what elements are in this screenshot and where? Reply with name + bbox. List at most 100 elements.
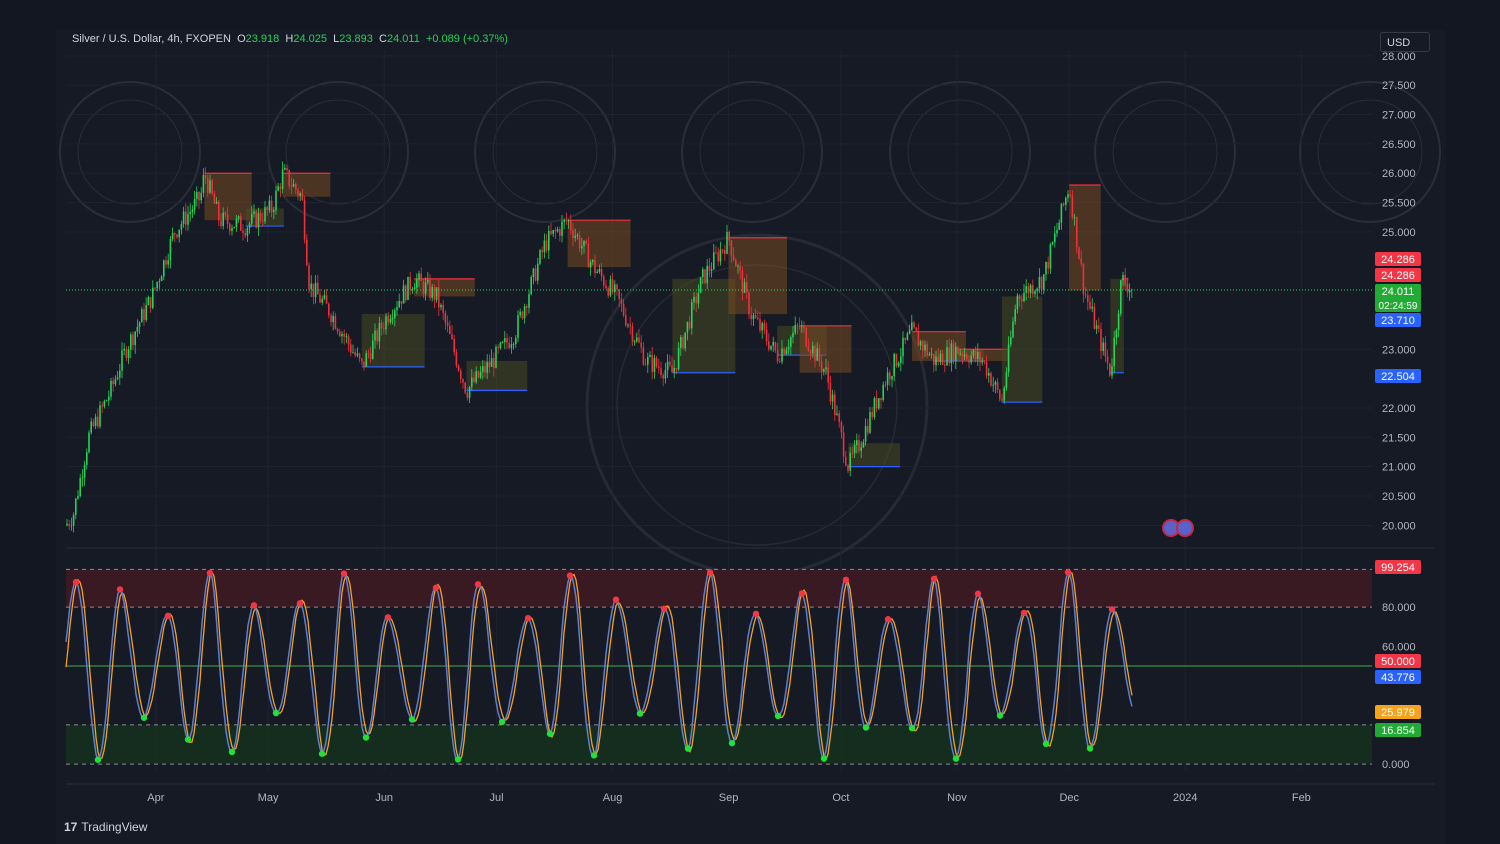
candle-body: [1010, 337, 1012, 345]
candle-body: [957, 346, 959, 354]
symbol-name: Silver / U.S. Dollar, 4h, FXOPEN: [72, 33, 231, 45]
candle-body: [163, 260, 165, 277]
osc-badge: 43.776: [1381, 672, 1415, 684]
candle-body: [708, 265, 711, 271]
candle-body: [152, 287, 154, 309]
candle-body: [1023, 292, 1025, 301]
candle-body: [1049, 244, 1052, 269]
candle-body: [385, 316, 387, 330]
candle-body: [785, 349, 788, 355]
candle-body: [552, 230, 554, 234]
candle-body: [585, 240, 587, 244]
candle-body: [768, 341, 770, 350]
candle-body: [143, 309, 145, 320]
candle-body: [347, 336, 350, 345]
oversold-signal-dot: [684, 745, 692, 752]
candle-body: [495, 346, 497, 368]
oversold-signal-dot: [318, 750, 326, 757]
candle-body: [424, 282, 427, 294]
candle-body: [402, 285, 405, 304]
candle-body: [482, 366, 484, 372]
candle-body: [567, 220, 570, 222]
candle-body: [541, 250, 543, 253]
candle-body: [686, 321, 689, 333]
candle-body: [587, 243, 590, 268]
candle-body: [653, 358, 656, 372]
candle-body: [442, 304, 444, 313]
candle-body: [72, 514, 75, 526]
candle-body: [1111, 366, 1113, 376]
candle-body: [616, 284, 618, 290]
candle-body: [88, 432, 90, 453]
candle-body: [545, 240, 548, 251]
candle-body: [519, 311, 521, 316]
candle-body: [127, 349, 130, 359]
candle-body: [1091, 306, 1093, 309]
candle-body: [625, 315, 627, 326]
candle-body: [664, 370, 667, 379]
candle-body: [488, 362, 491, 367]
candle-body: [209, 180, 211, 193]
candle-body: [233, 226, 235, 229]
candle-body: [204, 175, 207, 178]
candle-body: [455, 352, 458, 366]
candle-body: [537, 263, 539, 281]
candle-body: [592, 260, 594, 262]
candle-body: [935, 356, 937, 366]
candle-body: [812, 345, 814, 354]
candle-body: [288, 170, 290, 187]
candle-body: [1069, 194, 1071, 196]
currency-button[interactable]: USD: [1380, 32, 1430, 52]
overbought-signal-dot: [706, 569, 714, 576]
candle-body: [515, 337, 517, 344]
chart-canvas[interactable]: 28.00027.50027.00026.50026.00025.50025.0…: [0, 0, 1500, 844]
overbought-zone: [66, 569, 1372, 608]
candle-body: [1040, 276, 1043, 290]
candle-body: [548, 231, 550, 251]
candle-body: [787, 346, 790, 350]
candle-body: [702, 269, 704, 278]
candle-body: [739, 266, 741, 271]
overbought-signal-dot: [842, 576, 850, 584]
candle-body: [97, 416, 99, 427]
candle-body: [829, 382, 832, 402]
tradingview-brand[interactable]: 17 TradingView: [64, 820, 147, 834]
candle-body: [310, 283, 312, 290]
candle-body: [609, 279, 612, 296]
candle-body: [1062, 203, 1065, 205]
candle-body: [570, 220, 572, 231]
candle-body: [952, 343, 955, 362]
price-badge: 24.011: [1382, 286, 1415, 298]
candle-body: [145, 305, 147, 320]
overbought-signal-dot: [72, 578, 80, 586]
price-tick-label: 20.000: [1382, 520, 1416, 532]
candle-body: [895, 353, 898, 367]
candle-body: [1106, 356, 1109, 364]
candle-body: [444, 312, 447, 323]
candle-body: [506, 338, 508, 343]
candle-body: [847, 465, 849, 471]
candle-body: [103, 400, 106, 407]
candle-body: [875, 398, 878, 409]
candle-body: [886, 372, 889, 385]
candle-body: [658, 366, 660, 369]
candle-body: [171, 233, 174, 239]
candle-body: [350, 344, 352, 353]
candle-body: [235, 219, 238, 227]
time-tick-label: Feb: [1292, 792, 1311, 804]
candle-body: [583, 240, 585, 247]
candle-body: [226, 214, 229, 224]
candle-body: [614, 284, 616, 293]
candle-body: [831, 394, 834, 402]
candle-body: [110, 380, 112, 397]
candle-body: [977, 352, 979, 359]
candle-body: [196, 191, 198, 200]
candle-body: [981, 360, 983, 363]
candle-body: [356, 353, 359, 356]
candle-body: [825, 367, 827, 370]
candle-body: [409, 276, 411, 290]
candle-body: [693, 296, 695, 303]
symbol-legend[interactable]: Silver / U.S. Dollar, 4h, FXOPEN O23.918…: [72, 33, 508, 45]
close-label: C: [379, 33, 387, 45]
candle-body: [649, 354, 651, 357]
